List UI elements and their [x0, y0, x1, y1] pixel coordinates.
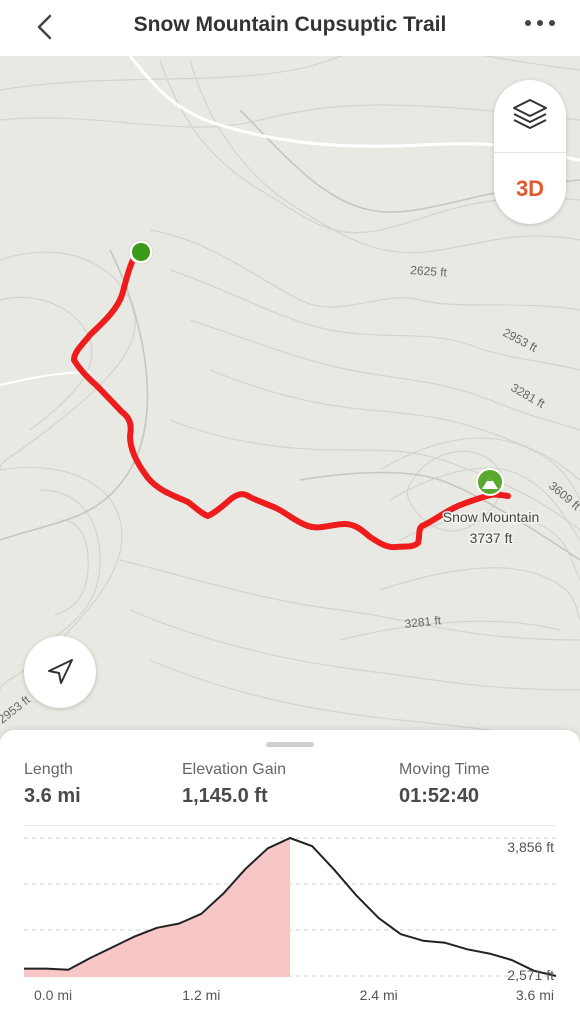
stat-label: Length — [24, 761, 73, 778]
y-tick-label: 2,571 ft — [507, 967, 554, 983]
back-arrow-icon — [37, 14, 52, 40]
summit-mountain-icon[interactable] — [476, 468, 504, 496]
contour-label: 3609 ft — [546, 479, 580, 514]
x-tick-label: 3.6 mi — [516, 987, 554, 1003]
summit-elevation: 3737 ft — [470, 530, 513, 546]
stat-length: Length 3.6 mi — [24, 761, 81, 808]
progress-area — [24, 838, 290, 977]
page-title: Snow Mountain Cupsuptic Trail — [133, 13, 447, 36]
navigation-arrow-icon — [48, 659, 73, 684]
more-options-button[interactable] — [518, 12, 562, 42]
layers-button[interactable] — [494, 80, 566, 152]
x-tick-label: 2.4 mi — [360, 987, 398, 1003]
map-layer-control: 3D — [494, 80, 566, 224]
elevation-profile-chart[interactable]: 3,856 ft 2,571 ft 0.0 mi 1.2 mi 2.4 mi 3.6 mi — [0, 826, 580, 1022]
top-bar: Snow Mountain Cupsuptic Trail — [0, 0, 580, 56]
stat-label: Elevation Gain — [182, 761, 287, 778]
contour-label: 3281 ft — [404, 613, 443, 631]
contour-label: 2953 ft — [501, 325, 541, 355]
stat-value: 1,145.0 ft — [182, 785, 268, 807]
stat-value: 3.6 mi — [24, 785, 81, 807]
contour-label: 3281 ft — [509, 380, 548, 411]
3d-toggle-button[interactable]: 3D — [494, 153, 566, 224]
y-tick-label: 3,856 ft — [507, 839, 554, 855]
x-tick-label: 0.0 mi — [34, 987, 72, 1003]
stat-moving-time: Moving Time 01:52:40 — [399, 761, 490, 808]
contour-label: 2625 ft — [410, 263, 448, 280]
locate-me-button[interactable] — [24, 636, 96, 708]
more-dots-icon — [525, 20, 555, 26]
stat-value: 01:52:40 — [399, 785, 480, 807]
sheet-drag-handle[interactable] — [266, 742, 314, 747]
summit-name: Snow Mountain — [443, 509, 540, 525]
trail-details-sheet: Length 3.6 mi Elevation Gain 1,145.0 ft … — [0, 730, 580, 1023]
back-button[interactable] — [28, 10, 64, 46]
stat-label: Moving Time — [399, 761, 490, 778]
layers-icon — [513, 99, 547, 129]
x-tick-label: 1.2 mi — [182, 987, 220, 1003]
stat-elevation-gain: Elevation Gain 1,145.0 ft — [182, 761, 286, 808]
